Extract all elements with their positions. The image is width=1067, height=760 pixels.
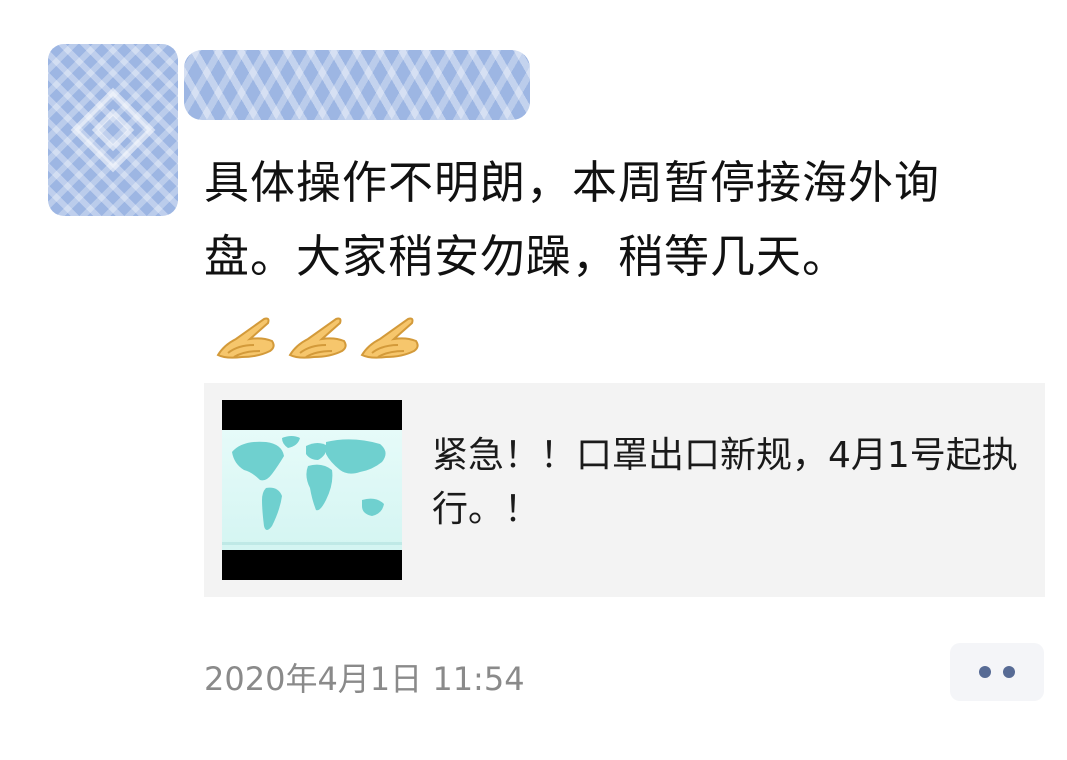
post-body: 具体操作不明朗，本周暂停接海外询盘。大家稍安勿躁，稍等几天。 bbox=[204, 156, 941, 283]
clap-hands-icon bbox=[216, 317, 275, 359]
moments-post: 具体操作不明朗，本周暂停接海外询盘。大家稍安勿躁，稍等几天。 紧急！！口罩出口新… bbox=[0, 0, 1067, 760]
more-dots-icon bbox=[979, 666, 991, 678]
link-thumbnail bbox=[222, 400, 402, 580]
emoji-row bbox=[214, 297, 430, 371]
more-options-button[interactable] bbox=[950, 643, 1044, 701]
shared-link-card[interactable]: 紧急！！口罩出口新规，4月1号起执行。！ bbox=[204, 383, 1045, 597]
avatar[interactable] bbox=[48, 44, 178, 216]
more-dots-icon bbox=[1003, 666, 1015, 678]
link-title: 紧急！！口罩出口新规，4月1号起执行。！ bbox=[432, 435, 1018, 530]
post-timestamp: 2020年4月1日 11:54 bbox=[204, 660, 525, 698]
clap-hands-icon bbox=[288, 317, 347, 359]
post-text: 具体操作不明朗，本周暂停接海外询盘。大家稍安勿躁，稍等几天。 bbox=[204, 146, 1024, 371]
world-map-icon bbox=[222, 436, 402, 545]
nickname-redacted[interactable] bbox=[184, 50, 530, 120]
map-background bbox=[222, 430, 402, 550]
clap-hands-icon bbox=[360, 317, 419, 359]
